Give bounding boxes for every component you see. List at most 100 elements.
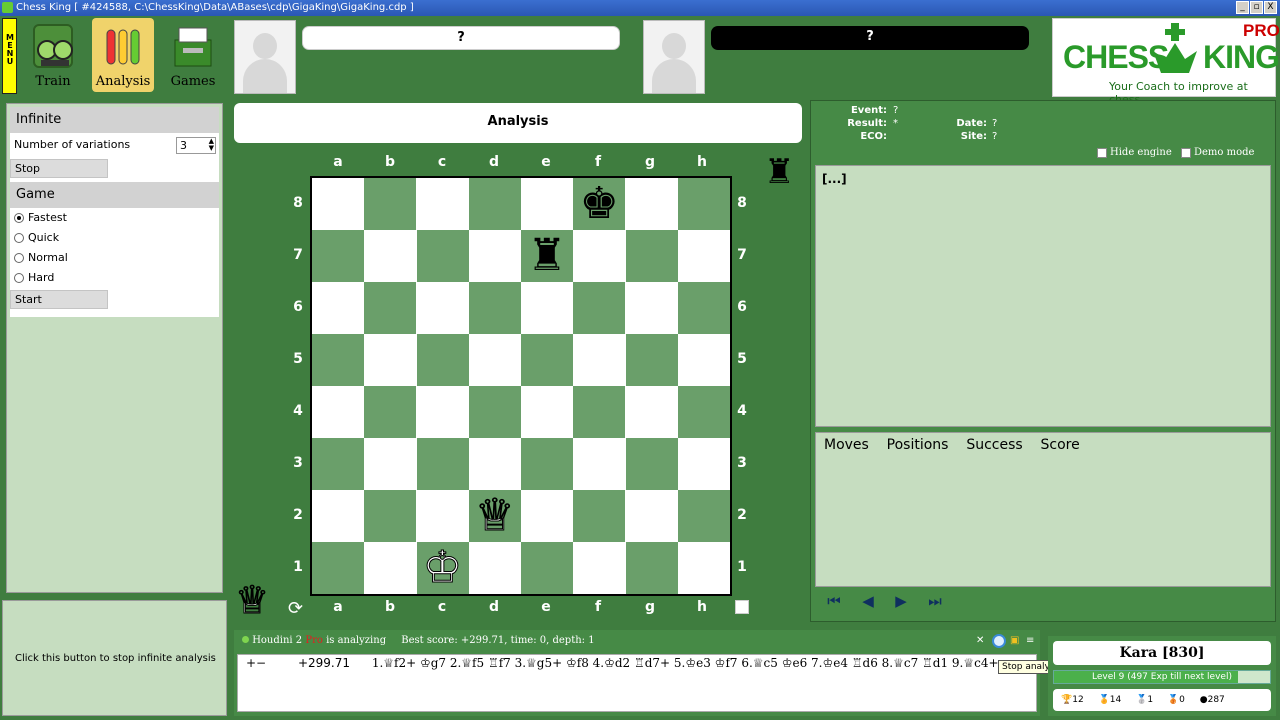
square-c2[interactable] <box>416 490 469 542</box>
stop-button[interactable]: Stop <box>10 159 108 178</box>
square-h5[interactable] <box>677 334 730 386</box>
square-f6[interactable] <box>573 282 626 334</box>
square-g2[interactable] <box>625 490 678 542</box>
radio-icon[interactable] <box>14 253 24 263</box>
tab-moves[interactable]: Moves <box>824 437 869 453</box>
last-move-icon[interactable]: ⏭ <box>924 592 946 612</box>
square-d6[interactable] <box>468 282 521 334</box>
square-f2[interactable] <box>573 490 626 542</box>
square-b6[interactable] <box>364 282 417 334</box>
square-f5[interactable] <box>573 334 626 386</box>
hide-engine-checkbox[interactable] <box>1097 148 1107 158</box>
radio-selected-icon[interactable] <box>14 213 24 223</box>
square-h7[interactable] <box>677 230 730 282</box>
square-g3[interactable] <box>625 438 678 490</box>
square-e6[interactable] <box>521 282 573 334</box>
lock-icon[interactable]: ▣ <box>1010 630 1019 652</box>
first-move-icon[interactable]: ⏮ <box>823 592 845 612</box>
square-f7[interactable] <box>573 230 626 282</box>
square-d4[interactable] <box>468 386 521 438</box>
tab-positions[interactable]: Positions <box>887 437 949 453</box>
square-h2[interactable] <box>677 490 730 542</box>
demo-mode-checkbox[interactable] <box>1181 148 1191 158</box>
square-h6[interactable] <box>677 282 730 334</box>
tab-score[interactable]: Score <box>1041 437 1080 453</box>
black-rook[interactable]: ♜ <box>521 230 573 282</box>
stop-analysis-icon[interactable] <box>992 634 1006 648</box>
square-e8[interactable] <box>521 178 573 230</box>
square-e3[interactable] <box>521 438 573 490</box>
tab-success[interactable]: Success <box>966 437 1022 453</box>
square-g1[interactable] <box>625 542 678 594</box>
square-a5[interactable] <box>312 334 364 386</box>
option-hard[interactable]: Hard <box>10 268 219 288</box>
maximize-button[interactable]: ▫ <box>1250 1 1263 14</box>
option-normal[interactable]: Normal <box>10 248 219 268</box>
radio-icon[interactable] <box>14 233 24 243</box>
notation-panel[interactable]: [...] <box>815 165 1271 427</box>
square-d7[interactable] <box>468 230 521 282</box>
white-queen[interactable]: ♕ <box>469 490 521 542</box>
square-g4[interactable] <box>625 386 678 438</box>
square-b7[interactable] <box>364 230 417 282</box>
black-king[interactable]: ♚ <box>573 178 625 230</box>
square-a8[interactable] <box>312 178 364 230</box>
option-quick[interactable]: Quick <box>10 228 219 248</box>
square-h4[interactable] <box>677 386 730 438</box>
square-g8[interactable] <box>625 178 678 230</box>
white-king[interactable]: ♔ <box>417 542 469 594</box>
square-e5[interactable] <box>521 334 573 386</box>
engine-settings-icon[interactable]: ✕ <box>976 630 984 652</box>
white-player-name[interactable]: ? <box>302 26 620 50</box>
square-a7[interactable] <box>312 230 364 282</box>
square-c8[interactable] <box>416 178 469 230</box>
square-c4[interactable] <box>416 386 469 438</box>
analysis-button[interactable]: Analysis <box>92 18 154 92</box>
square-b5[interactable] <box>364 334 417 386</box>
option-fastest[interactable]: Fastest <box>10 208 219 228</box>
square-d8[interactable] <box>468 178 521 230</box>
menu-button[interactable]: MENU <box>2 18 17 94</box>
square-b3[interactable] <box>364 438 417 490</box>
square-c7[interactable] <box>416 230 469 282</box>
square-d3[interactable] <box>468 438 521 490</box>
square-e4[interactable] <box>521 386 573 438</box>
next-move-icon[interactable]: ▶ <box>890 592 912 612</box>
black-player-name[interactable]: ? <box>711 26 1029 50</box>
square-f4[interactable] <box>573 386 626 438</box>
square-f1[interactable] <box>573 542 626 594</box>
close-button[interactable]: X <box>1264 1 1277 14</box>
start-button[interactable]: Start <box>10 290 108 309</box>
black-promotion-rook[interactable]: ♜ <box>764 152 794 192</box>
square-b4[interactable] <box>364 386 417 438</box>
square-b8[interactable] <box>364 178 417 230</box>
square-e2[interactable] <box>521 490 573 542</box>
square-a3[interactable] <box>312 438 364 490</box>
radio-icon[interactable] <box>14 273 24 283</box>
flip-board-icon[interactable]: ⟳ <box>288 598 303 619</box>
square-a4[interactable] <box>312 386 364 438</box>
previous-move-icon[interactable]: ◀ <box>857 592 879 612</box>
square-e1[interactable] <box>521 542 573 594</box>
white-promotion-queen[interactable]: ♕ <box>234 578 269 623</box>
square-a6[interactable] <box>312 282 364 334</box>
square-g7[interactable] <box>625 230 678 282</box>
square-g6[interactable] <box>625 282 678 334</box>
variations-spinner[interactable]: 3 ▲ ▼ <box>176 137 216 154</box>
square-b1[interactable] <box>364 542 417 594</box>
square-h8[interactable] <box>677 178 730 230</box>
square-d5[interactable] <box>468 334 521 386</box>
square-c6[interactable] <box>416 282 469 334</box>
engine-list-icon[interactable]: ≡ <box>1026 630 1034 652</box>
square-b2[interactable] <box>364 490 417 542</box>
square-h3[interactable] <box>677 438 730 490</box>
square-a1[interactable] <box>312 542 364 594</box>
square-f3[interactable] <box>573 438 626 490</box>
train-button[interactable]: Train <box>22 18 84 92</box>
square-c3[interactable] <box>416 438 469 490</box>
square-a2[interactable] <box>312 490 364 542</box>
square-c5[interactable] <box>416 334 469 386</box>
minimize-button[interactable]: _ <box>1236 1 1249 14</box>
square-h1[interactable] <box>677 542 730 594</box>
chess-board[interactable]: ♚ ♜ ♕ ♔ <box>310 176 732 596</box>
